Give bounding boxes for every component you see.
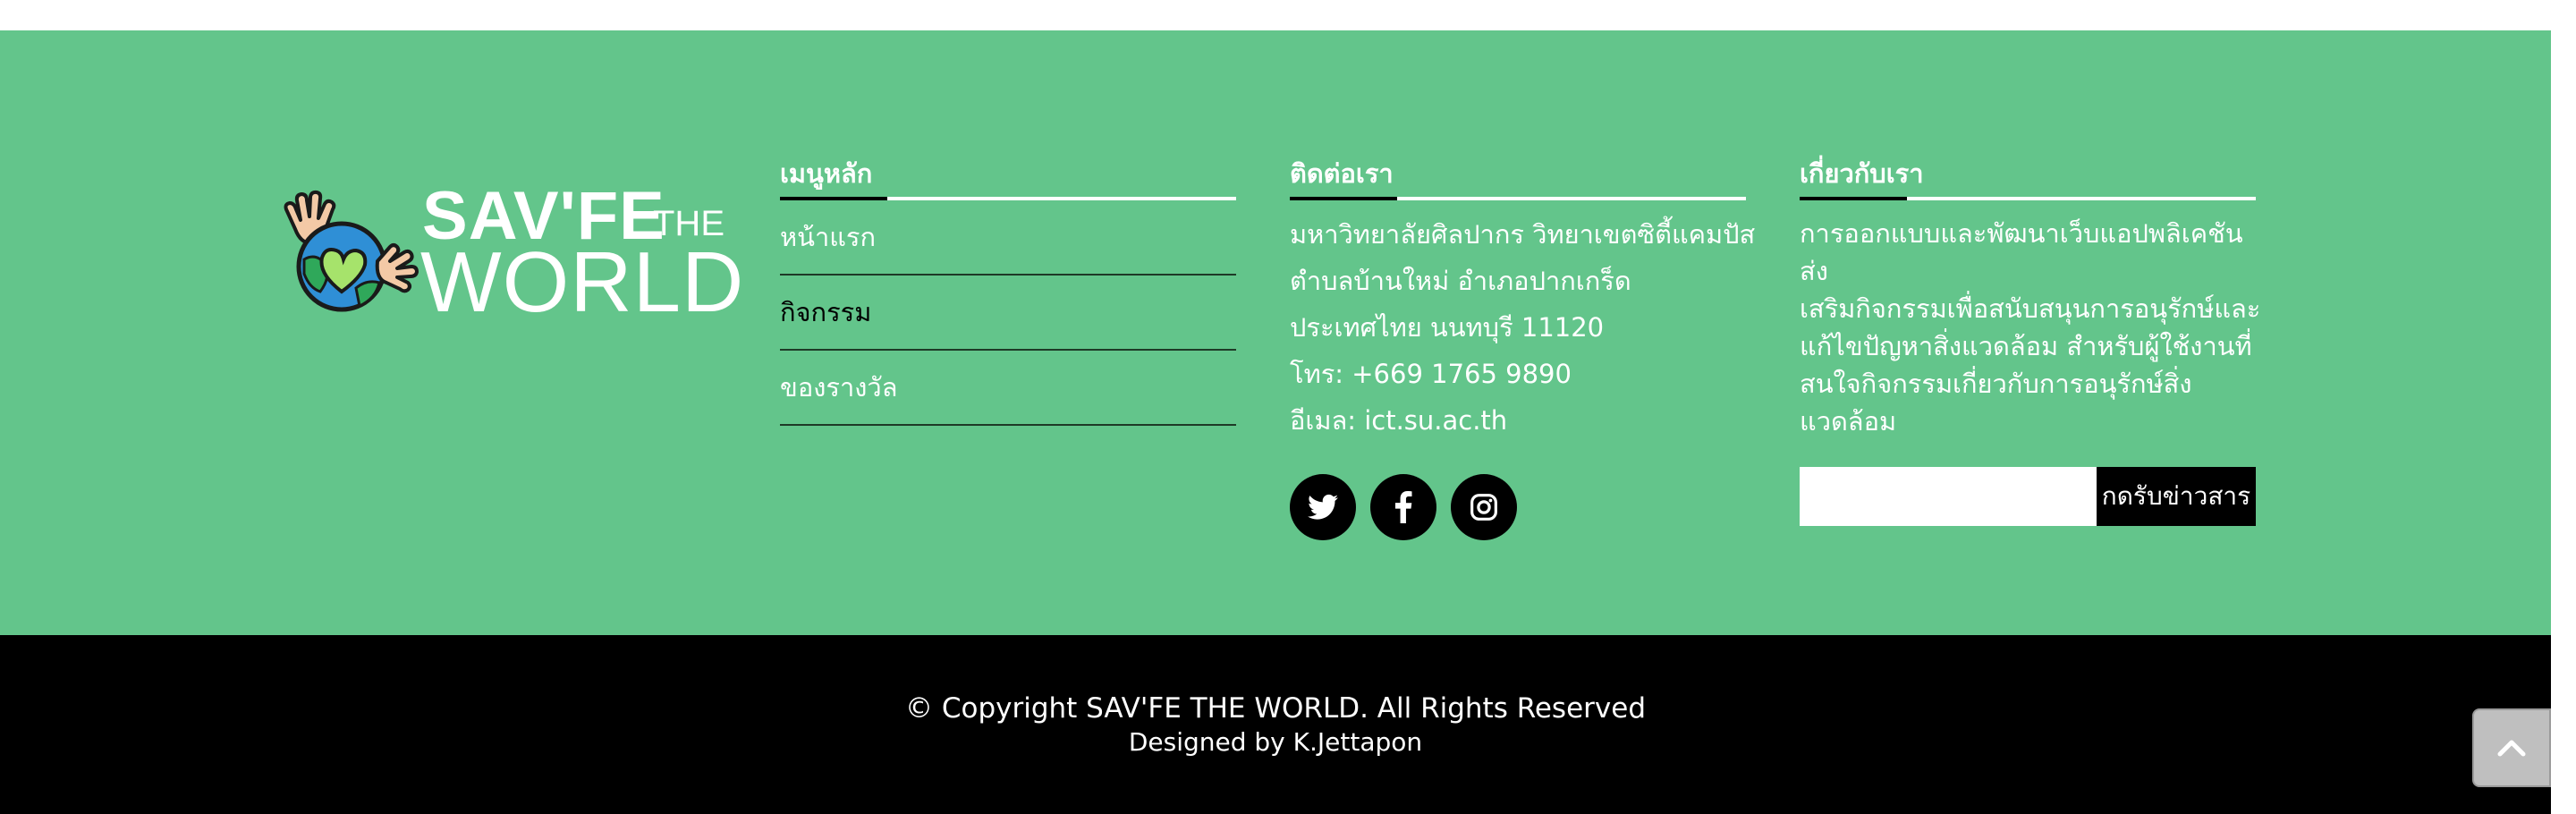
page-top-strip: [0, 0, 2551, 30]
footer-about-column: เกี่ยวกับเรา การออกแบบและพัฒนาเว็บแอปพลิ…: [1800, 156, 2260, 526]
menu-heading: เมนูหลัก: [780, 158, 873, 189]
about-line-1: การออกแบบและพัฒนาเว็บแอปพลิเคชันส่ง: [1800, 218, 2243, 286]
site-logo[interactable]: SAV'FE THE WORLD: [277, 147, 743, 326]
contact-address-line2: ตำบลบ้านใหม่ อำเภอปากเกร็ด: [1290, 266, 1631, 296]
contact-heading-accent: [1290, 197, 1397, 200]
social-links: [1290, 474, 1746, 540]
menu-heading-rule: [780, 197, 1236, 200]
twitter-icon: [1308, 494, 1338, 520]
about-line-4: สนใจกิจกรรมเกี่ยวกับการอนุรักษ์สิ่ง: [1800, 369, 2192, 399]
about-line-5: แวดล้อม: [1800, 406, 1897, 437]
about-heading: เกี่ยวกับเรา: [1800, 158, 1924, 189]
newsletter-email-input[interactable]: [1800, 467, 2097, 526]
newsletter-form: กดรับข่าวสาร: [1800, 467, 2256, 526]
designed-by-text: Designed by K.Jettapon: [1128, 727, 1423, 757]
footer-menu-list: หน้าแรก กิจกรรม ของรางวัล: [780, 200, 1236, 426]
menu-heading-accent: [780, 197, 887, 200]
about-description: การออกแบบและพัฒนาเว็บแอปพลิเคชันส่ง เสริ…: [1800, 200, 2265, 440]
contact-email[interactable]: อีเมล: ict.su.ac.th: [1290, 397, 1746, 444]
about-heading-rule: [1800, 197, 2256, 200]
copyright-text: © Copyright SAV'FE THE WORLD. All Rights…: [905, 692, 1646, 725]
earth-hands-logo-icon: [284, 190, 419, 312]
footer-main: SAV'FE THE WORLD เมนูหลัก หน้าแรก กิจกรร…: [0, 30, 2551, 635]
logo-world: WORLD: [420, 234, 745, 330]
menu-item-home[interactable]: หน้าแรก: [780, 200, 1236, 276]
about-heading-accent: [1800, 197, 1907, 200]
contact-address-line1: มหาวิทยาลัยศิลปากร วิทยาเขตซิตี้แคมปัส: [1290, 219, 1756, 250]
footer-menu-column: เมนูหลัก หน้าแรก กิจกรรม ของรางวัล: [780, 156, 1236, 426]
contact-heading: ติดต่อเรา: [1290, 158, 1394, 189]
twitter-button[interactable]: [1290, 474, 1356, 540]
menu-item-rewards[interactable]: ของรางวัล: [780, 351, 1236, 426]
about-line-2: เสริมกิจกรรมเพื่อสนับสนุนการอนุรักษ์และ: [1800, 293, 2261, 324]
back-to-top-button[interactable]: [2472, 708, 2551, 787]
facebook-button[interactable]: [1370, 474, 1436, 540]
footer-contact-column: ติดต่อเรา มหาวิทยาลัยศิลปากร วิทยาเขตซิต…: [1290, 156, 1756, 540]
menu-item-activities[interactable]: กิจกรรม: [780, 276, 1236, 351]
instagram-button[interactable]: [1451, 474, 1517, 540]
chevron-up-icon: [2497, 740, 2526, 757]
contact-phone[interactable]: โทร: +669 1765 9890: [1290, 351, 1746, 397]
contact-heading-rule: [1290, 197, 1746, 200]
newsletter-subscribe-button[interactable]: กดรับข่าวสาร: [2097, 467, 2256, 526]
facebook-icon: [1395, 491, 1412, 523]
contact-details: มหาวิทยาลัยศิลปากร วิทยาเขตซิตี้แคมปัส ต…: [1290, 200, 1756, 444]
contact-address-line3: ประเทศไทย นนทบุรี 11120: [1290, 312, 1605, 343]
about-line-3: แก้ไขปัญหาสิ่งแวดล้อม สำหรับผู้ใช้งานที่: [1800, 331, 2252, 361]
scrollbar-gutter: [2551, 0, 2576, 814]
instagram-icon: [1470, 494, 1497, 521]
